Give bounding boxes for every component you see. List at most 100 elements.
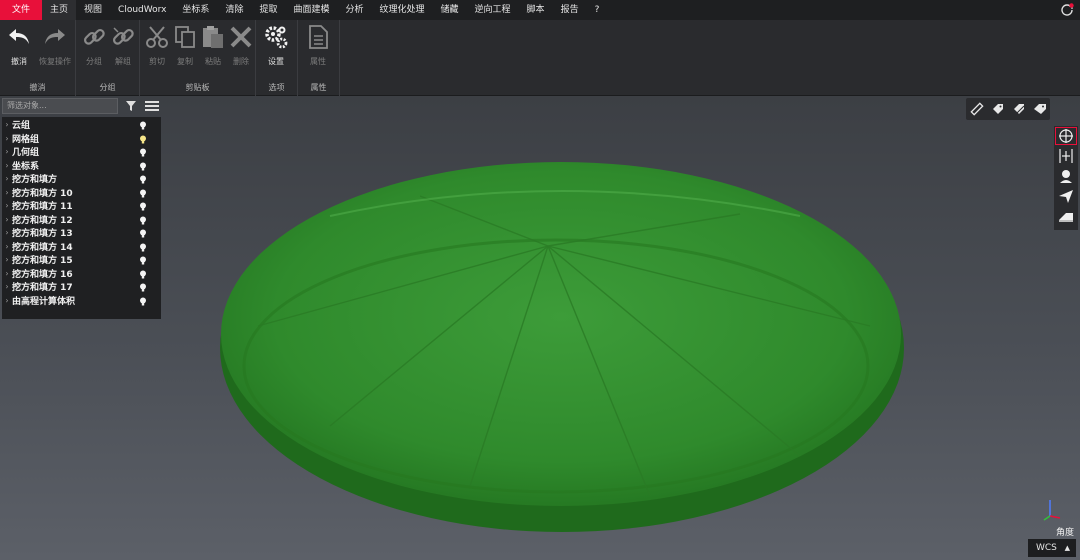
visibility-bulb-icon[interactable] [139, 283, 147, 292]
eraser-button[interactable] [1054, 206, 1078, 226]
chevron-right-icon[interactable]: › [2, 282, 12, 291]
visibility-bulb-icon[interactable] [139, 256, 147, 265]
3d-viewport[interactable] [0, 96, 1080, 560]
paste-icon [203, 26, 223, 48]
tag-check-icon[interactable] [991, 102, 1005, 116]
cut-button[interactable]: 剪切 [142, 24, 172, 67]
visibility-bulb-icon[interactable] [139, 229, 147, 238]
visibility-bulb-icon[interactable] [139, 202, 147, 211]
tree-item-label: 挖方和填方 13 [12, 229, 73, 240]
chevron-right-icon[interactable]: › [2, 255, 12, 264]
chevron-right-icon[interactable]: › [2, 134, 12, 143]
tree-item[interactable]: › 挖方和填方 11 [2, 199, 161, 213]
delete-button[interactable]: 删除 [226, 24, 256, 67]
menu-view[interactable]: 视图 [76, 0, 110, 20]
visibility-bulb-icon[interactable] [139, 121, 147, 130]
filter-objects-input[interactable]: 筛选对象... [2, 98, 118, 114]
chevron-right-icon[interactable]: › [2, 161, 12, 170]
visibility-bulb-icon[interactable] [139, 270, 147, 279]
hamburger-menu-icon[interactable] [145, 100, 159, 115]
tree-item-label: 挖方和填方 15 [12, 256, 73, 267]
ruler-icon[interactable] [969, 102, 984, 116]
menu-home[interactable]: 主页 [42, 0, 77, 20]
settings-label: 设置 [268, 57, 284, 66]
refresh-notification-icon[interactable] [1060, 3, 1074, 17]
tree-item[interactable]: › 挖方和填方 [2, 172, 161, 186]
tag-icon[interactable] [1033, 102, 1047, 116]
group-label: 分组 [86, 57, 102, 66]
tree-item-label: 挖方和填方 17 [12, 283, 73, 294]
tree-item-label: 坐标系 [12, 161, 40, 172]
paper-plane-icon [1059, 190, 1073, 203]
tree-item[interactable]: › 云组 [2, 118, 161, 132]
chevron-right-icon[interactable]: › [2, 296, 12, 305]
navigation-sidebar [1054, 126, 1078, 230]
visibility-bulb-icon[interactable] [139, 162, 147, 171]
fly-button[interactable] [1054, 186, 1078, 206]
menu-file[interactable]: 文件 [0, 0, 43, 20]
tree-item[interactable]: › 几何组 [2, 145, 161, 159]
redo-button[interactable]: 恢复操作 [38, 24, 72, 67]
delete-icon [230, 26, 252, 48]
chevron-right-icon[interactable]: › [2, 269, 12, 278]
visibility-bulb-icon[interactable] [139, 189, 147, 198]
chevron-right-icon[interactable]: › [2, 242, 12, 251]
undo-button[interactable]: 撤消 [4, 24, 34, 67]
chevron-right-icon[interactable]: › [2, 228, 12, 237]
tree-item[interactable]: › 坐标系 [2, 159, 161, 173]
settings-button[interactable]: 设置 [261, 24, 291, 67]
tree-item[interactable]: › 挖方和填方 16 [2, 267, 161, 281]
menu-bar: 文件 主页 视图 CloudWorx 坐标系 清除 提取 曲面建模 分析 纹理化… [0, 0, 1080, 20]
visibility-bulb-icon[interactable] [139, 243, 147, 252]
tree-item-label: 云组 [12, 121, 31, 132]
menu-coordinate-system[interactable]: 坐标系 [174, 0, 217, 20]
menu-extract[interactable]: 提取 [251, 0, 285, 20]
chevron-right-icon[interactable]: › [2, 147, 12, 156]
delete-label: 删除 [233, 57, 249, 66]
menu-script[interactable]: 脚本 [519, 0, 553, 20]
tree-item[interactable]: › 挖方和填方 15 [2, 253, 161, 267]
menu-texturing[interactable]: 纹理化处理 [372, 0, 433, 20]
menu-surface-modeling[interactable]: 曲面建模 [285, 0, 337, 20]
pan-button[interactable] [1054, 146, 1078, 166]
properties-group-label: 属性 [310, 83, 327, 92]
tree-item[interactable]: › 挖方和填方 13 [2, 226, 161, 240]
group-button[interactable]: 分组 [79, 24, 109, 67]
tree-item[interactable]: › 网格组 [2, 132, 161, 146]
chevron-right-icon[interactable]: › [2, 201, 12, 210]
filter-icon[interactable] [125, 100, 137, 115]
coordinate-system-select[interactable]: WCS ▲ [1028, 539, 1076, 557]
chevron-right-icon[interactable]: › [2, 120, 12, 129]
tree-item[interactable]: › 挖方和填方 14 [2, 240, 161, 254]
tree-item[interactable]: › 由高程计算体积 [2, 294, 161, 308]
tree-item-label: 挖方和填方 14 [12, 242, 73, 253]
menu-clean[interactable]: 清除 [217, 0, 251, 20]
wcs-label: WCS [1036, 543, 1057, 553]
menu-report[interactable]: 报告 [553, 0, 587, 20]
paste-button[interactable]: 粘贴 [198, 24, 228, 67]
menu-storage[interactable]: 储藏 [433, 0, 467, 20]
tree-item[interactable]: › 挖方和填方 12 [2, 213, 161, 227]
walk-button[interactable] [1054, 166, 1078, 186]
chevron-right-icon[interactable]: › [2, 215, 12, 224]
menu-help[interactable]: ? [587, 0, 608, 20]
visibility-bulb-icon[interactable] [139, 148, 147, 157]
visibility-bulb-icon[interactable] [139, 216, 147, 225]
clipboard-group-label: 剪贴板 [185, 83, 210, 92]
tree-item-label: 挖方和填方 16 [12, 269, 73, 280]
chevron-right-icon[interactable]: › [2, 188, 12, 197]
ungroup-button[interactable]: 解组 [108, 24, 138, 67]
copy-button[interactable]: 复制 [170, 24, 200, 67]
visibility-bulb-icon[interactable] [139, 175, 147, 184]
menu-analysis[interactable]: 分析 [337, 0, 371, 20]
tree-item[interactable]: › 挖方和填方 17 [2, 280, 161, 294]
tag-edit-icon[interactable] [1012, 102, 1026, 116]
properties-button[interactable]: 属性 [303, 24, 333, 67]
visibility-bulb-icon[interactable] [139, 297, 147, 306]
tree-item[interactable]: › 挖方和填方 10 [2, 186, 161, 200]
orbit-button[interactable] [1054, 126, 1078, 146]
visibility-bulb-icon[interactable] [139, 135, 147, 144]
menu-cloudworx[interactable]: CloudWorx [110, 0, 174, 20]
chevron-right-icon[interactable]: › [2, 174, 12, 183]
menu-reverse-engineering[interactable]: 逆向工程 [467, 0, 519, 20]
